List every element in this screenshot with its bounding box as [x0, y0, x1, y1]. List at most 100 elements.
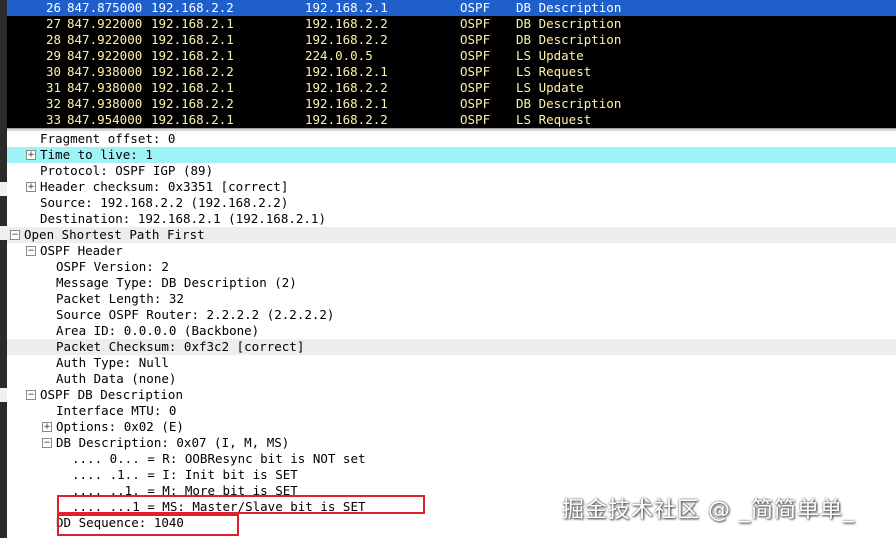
collapse-toggle-icon[interactable]: −: [26, 390, 36, 400]
packet-info-cell: LS Update: [516, 48, 584, 63]
detail-text: Destination: 192.168.2.1 (192.168.2.1): [40, 211, 326, 226]
packet-info-cell: DB Description: [516, 16, 622, 31]
detail-line[interactable]: Protocol: OSPF IGP (89): [7, 163, 896, 179]
expand-toggle-icon[interactable]: +: [26, 182, 36, 192]
annotation-box-dd-sequence: [57, 514, 239, 536]
detail-line[interactable]: Packet Length: 32: [7, 291, 896, 307]
packet-proto-cell: OSPF: [460, 16, 491, 31]
detail-text: Source OSPF Router: 2.2.2.2 (2.2.2.2): [56, 307, 335, 322]
detail-line[interactable]: Fragment offset: 0: [7, 131, 896, 147]
packet-row[interactable]: 28 847.922000 192.168.2.1 192.168.2.2 OSPF DB…: [7, 32, 896, 48]
packet-info-cell: LS Request: [516, 64, 592, 79]
packet-info-cell: DB Description: [516, 96, 622, 111]
detail-line[interactable]: Source OSPF Router: 2.2.2.2 (2.2.2.2): [7, 307, 896, 323]
packet-row[interactable]: 31 847.938000 192.168.2.1 192.168.2.2 OSPF LS…: [7, 80, 896, 96]
packet-row[interactable]: 29 847.922000 192.168.2.1 224.0.0.5 OSPF LS U…: [7, 48, 896, 64]
packet-no-cell: 32: [45, 96, 61, 111]
packet-time-cell: 847.938000: [67, 64, 143, 79]
detail-text: Options: 0x02 (E): [56, 419, 184, 434]
packet-proto-cell: OSPF: [460, 64, 491, 79]
packet-dst-cell: 192.168.2.2: [305, 112, 388, 127]
detail-text: Packet Length: 32: [56, 291, 184, 306]
detail-text: Auth Data (none): [56, 371, 177, 386]
packet-src-cell: 192.168.2.1: [151, 48, 234, 63]
packet-list[interactable]: 26 847.875000 192.168.2.2 192.168.2.1 OSPF DB…: [7, 0, 896, 128]
packet-proto-cell: OSPF: [460, 48, 491, 63]
detail-text: Source: 192.168.2.2 (192.168.2.2): [40, 195, 289, 210]
packet-row[interactable]: 30 847.938000 192.168.2.2 192.168.2.1 OSPF LS…: [7, 64, 896, 80]
packet-no-cell: 28: [45, 32, 61, 47]
detail-text: Open Shortest Path First: [24, 227, 205, 242]
detail-line[interactable]: Message Type: DB Description (2): [7, 275, 896, 291]
detail-line[interactable]: .... 0... = R: OOBResync bit is NOT set: [7, 451, 896, 467]
detail-line[interactable]: Auth Type: Null: [7, 355, 896, 371]
detail-line[interactable]: OSPF Version: 2: [7, 259, 896, 275]
packet-time-cell: 847.938000: [67, 96, 143, 111]
expand-toggle-icon[interactable]: +: [42, 422, 52, 432]
annotation-box-ms-bit: [57, 495, 425, 514]
window-left-edge: [0, 0, 7, 538]
packet-row[interactable]: 32 847.938000 192.168.2.2 192.168.2.1 OSPF DB…: [7, 96, 896, 112]
packet-row[interactable]: 27 847.922000 192.168.2.1 192.168.2.2 OSPF DB…: [7, 16, 896, 32]
detail-text: Protocol: OSPF IGP (89): [40, 163, 214, 178]
packet-time-cell: 847.922000: [67, 32, 143, 47]
packet-src-cell: 192.168.2.2: [151, 96, 234, 111]
detail-line[interactable]: Packet Checksum: 0xf3c2 [correct]: [7, 339, 896, 355]
packet-row[interactable]: 33 847.954000 192.168.2.1 192.168.2.2 OSPF LS…: [7, 112, 896, 128]
packet-dst-cell: 192.168.2.1: [305, 96, 388, 111]
packet-info-cell: LS Request: [516, 112, 592, 127]
detail-line[interactable]: Destination: 192.168.2.1 (192.168.2.1): [7, 211, 896, 227]
packet-proto-cell: OSPF: [460, 96, 491, 111]
detail-line[interactable]: − Open Shortest Path First: [7, 227, 896, 243]
packet-info-cell: DB Description: [516, 32, 622, 47]
detail-line[interactable]: .... .1.. = I: Init bit is SET: [7, 467, 896, 483]
collapse-toggle-icon[interactable]: −: [26, 246, 36, 256]
packet-proto-cell: OSPF: [460, 80, 491, 95]
packet-no-cell: 33: [45, 112, 61, 127]
packet-proto-cell: OSPF: [460, 32, 491, 47]
detail-line[interactable]: + Options: 0x02 (E): [7, 419, 896, 435]
packet-no-cell: 26: [45, 0, 61, 15]
detail-text: .... 0... = R: OOBResync bit is NOT set: [72, 451, 366, 466]
detail-text: Area ID: 0.0.0.0 (Backbone): [56, 323, 260, 338]
packet-dst-cell: 192.168.2.2: [305, 80, 388, 95]
detail-line[interactable]: Area ID: 0.0.0.0 (Backbone): [7, 323, 896, 339]
packet-dst-cell: 224.0.0.5: [305, 48, 373, 63]
detail-line[interactable]: − OSPF DB Description: [7, 387, 896, 403]
packet-time-cell: 847.922000: [67, 16, 143, 31]
collapse-toggle-icon[interactable]: −: [42, 438, 52, 448]
detail-text: Header checksum: 0x3351 [correct]: [40, 179, 289, 194]
detail-line[interactable]: + Time to live: 1: [7, 147, 896, 163]
packet-info-cell: DB Description: [516, 0, 622, 15]
detail-line[interactable]: + Header checksum: 0x3351 [correct]: [7, 179, 896, 195]
packet-proto-cell: OSPF: [460, 112, 491, 127]
detail-line[interactable]: Auth Data (none): [7, 371, 896, 387]
packet-src-cell: 192.168.2.1: [151, 32, 234, 47]
packet-info-cell: LS Update: [516, 80, 584, 95]
packet-time-cell: 847.954000: [67, 112, 143, 127]
packet-no-cell: 29: [45, 48, 61, 63]
detail-text: OSPF Version: 2: [56, 259, 169, 274]
detail-text: .... .1.. = I: Init bit is SET: [72, 467, 298, 482]
packet-no-cell: 31: [45, 80, 61, 95]
packet-time-cell: 847.938000: [67, 80, 143, 95]
collapse-toggle-icon[interactable]: −: [10, 230, 20, 240]
detail-text: Interface MTU: 0: [56, 403, 177, 418]
packet-row[interactable]: 26 847.875000 192.168.2.2 192.168.2.1 OSPF DB…: [7, 0, 896, 16]
detail-line[interactable]: Interface MTU: 0: [7, 403, 896, 419]
detail-text: Packet Checksum: 0xf3c2 [correct]: [56, 339, 305, 354]
detail-line[interactable]: − OSPF Header: [7, 243, 896, 259]
packet-dst-cell: 192.168.2.1: [305, 0, 388, 15]
detail-line[interactable]: − DB Description: 0x07 (I, M, MS): [7, 435, 896, 451]
packet-src-cell: 192.168.2.1: [151, 80, 234, 95]
edge-fragment: [0, 226, 7, 240]
detail-line[interactable]: Source: 192.168.2.2 (192.168.2.2): [7, 195, 896, 211]
packet-no-cell: 30: [45, 64, 61, 79]
packet-no-cell: 27: [45, 16, 61, 31]
detail-text: Message Type: DB Description (2): [56, 275, 297, 290]
expand-toggle-icon[interactable]: +: [26, 150, 36, 160]
edge-fragment: [0, 182, 7, 196]
packet-dst-cell: 192.168.2.1: [305, 64, 388, 79]
detail-text: Auth Type: Null: [56, 355, 169, 370]
packet-details-tree[interactable]: Fragment offset: 0 + Time to live: 1 Protoc…: [7, 131, 896, 536]
